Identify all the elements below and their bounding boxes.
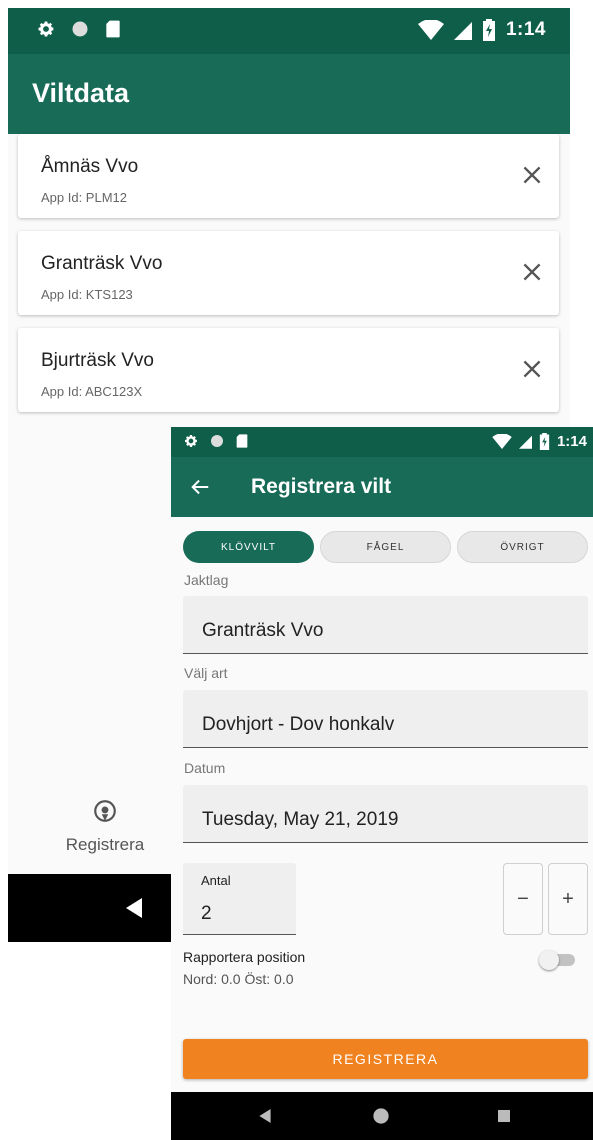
art-value: Dovhjort - Dov honkalv <box>202 714 395 735</box>
page-title: Registrera vilt <box>251 475 392 498</box>
list-item-hunting-team[interactable]: Bjurträsk Vvo App Id: ABC123X <box>18 328 559 412</box>
app-bar: Viltdata <box>8 54 570 134</box>
position-coords: Nord: 0.0 Öst: 0.0 <box>183 971 294 987</box>
increment-button[interactable]: + <box>548 863 588 935</box>
jaktlag-select[interactable]: Granträsk Vvo <box>183 596 588 654</box>
antal-field[interactable]: Antal 2 <box>183 863 296 935</box>
datum-value: Tuesday, May 21, 2019 <box>202 809 399 830</box>
register-game-screen: 1:14 Registrera vilt KLÖVVILT FÅGEL ÖVRI… <box>171 427 593 1140</box>
team-name: Åmnäs Vvo <box>41 156 139 177</box>
team-name: Bjurträsk Vvo <box>41 350 154 371</box>
close-icon[interactable] <box>519 162 545 188</box>
status-bar: 1:14 <box>171 427 593 457</box>
antal-value: 2 <box>201 903 212 924</box>
wifi-icon <box>492 434 512 449</box>
status-time: 1:14 <box>505 19 546 40</box>
circle-icon <box>72 21 88 37</box>
position-label: Rapportera position <box>183 949 306 965</box>
arrow-left-icon[interactable] <box>189 476 211 498</box>
gear-icon <box>38 21 54 37</box>
jaktlag-label: Jaktlag <box>184 572 229 588</box>
datum-field[interactable]: Tuesday, May 21, 2019 <box>183 785 588 843</box>
close-icon[interactable] <box>519 356 545 382</box>
system-nav-bar <box>171 1092 593 1140</box>
tab-ovrigt[interactable]: ÖVRIGT <box>457 531 588 563</box>
art-select[interactable]: Dovhjort - Dov honkalv <box>183 690 588 748</box>
page-title: Viltdata <box>32 78 130 108</box>
gear-icon <box>185 435 197 447</box>
nav-recents-icon[interactable] <box>498 1110 510 1122</box>
position-toggle[interactable] <box>539 948 577 970</box>
decrement-button[interactable]: − <box>503 863 543 935</box>
nav-home-icon[interactable] <box>372 1107 390 1125</box>
toggle-thumb <box>539 950 559 970</box>
list-item-hunting-team[interactable]: Åmnäs Vvo App Id: PLM12 <box>18 134 559 218</box>
antal-label: Antal <box>201 873 231 888</box>
bottom-nav-registrera[interactable]: Registrera <box>60 798 150 855</box>
team-app-id: App Id: ABC123X <box>41 384 143 399</box>
signal-icon <box>453 22 472 40</box>
team-app-id: App Id: PLM12 <box>41 190 127 205</box>
nav-back-icon[interactable] <box>259 1109 271 1123</box>
tab-klovvilt[interactable]: KLÖVVILT <box>183 531 314 563</box>
status-bar: 1:14 <box>8 8 570 54</box>
team-name: Granträsk Vvo <box>41 253 163 274</box>
close-icon[interactable] <box>519 259 545 285</box>
signal-icon <box>518 435 532 449</box>
jaktlag-value: Granträsk Vvo <box>202 620 324 641</box>
sd-card-icon <box>236 434 248 448</box>
location-pin-icon <box>94 800 116 822</box>
list-item-hunting-team[interactable]: Granträsk Vvo App Id: KTS123 <box>18 231 559 315</box>
tab-fagel[interactable]: FÅGEL <box>320 531 451 563</box>
status-time: 1:14 <box>556 433 587 450</box>
wifi-icon <box>417 20 444 40</box>
art-label: Välj art <box>184 665 228 681</box>
battery-charging-icon <box>482 19 495 41</box>
circle-icon <box>211 435 223 447</box>
datum-label: Datum <box>184 760 226 776</box>
sd-card-icon <box>106 20 120 38</box>
registrera-button[interactable]: REGISTRERA <box>183 1039 588 1079</box>
battery-charging-icon <box>539 433 550 450</box>
team-app-id: App Id: KTS123 <box>41 287 133 302</box>
app-bar: Registrera vilt <box>171 457 593 517</box>
nav-back-icon[interactable] <box>126 898 142 918</box>
bottom-nav-label: Registrera <box>65 835 145 854</box>
